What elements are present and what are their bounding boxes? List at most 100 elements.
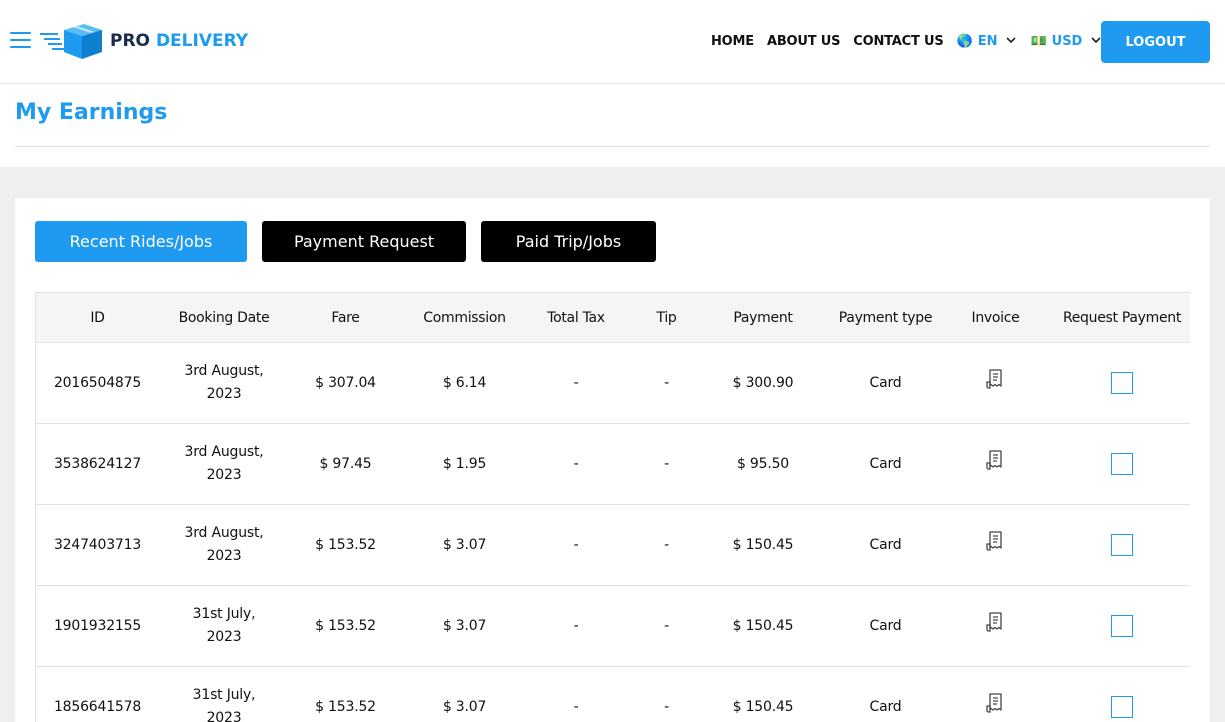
- language-selector[interactable]: 🌎 EN: [957, 34, 1017, 49]
- cell-request-payment: [1038, 342, 1190, 424]
- chevron-down-icon: [1091, 34, 1101, 47]
- cell-commission: $ 3.07: [402, 504, 527, 586]
- cell-commission: $ 1.95: [402, 423, 527, 505]
- earnings-table: ID Booking Date Fare Commission Total Ta…: [36, 292, 1190, 722]
- cell-payment: $ 95.50: [708, 423, 818, 505]
- receipt-icon[interactable]: [985, 611, 1006, 633]
- table-row: 1901932155 31st July, 2023 $ 153.52 $ 3.0…: [36, 585, 1190, 667]
- cell-fare: $ 153.52: [289, 504, 402, 586]
- cell-commission: $ 3.07: [402, 666, 527, 722]
- cell-booking-date: 3rd August, 2023: [159, 342, 289, 424]
- cell-request-payment: [1038, 666, 1190, 722]
- cell-id: 1901932155: [36, 585, 159, 667]
- cell-total-tax: -: [527, 504, 625, 586]
- nav-about-us[interactable]: ABOUT US: [767, 34, 840, 49]
- cell-commission: $ 6.14: [402, 342, 527, 424]
- cell-total-tax: -: [527, 666, 625, 722]
- cell-invoice: [953, 342, 1038, 424]
- cell-payment-type: Card: [818, 585, 953, 667]
- cell-booking-date: 3rd August, 2023: [159, 423, 289, 505]
- top-header: PRO DELIVERY HOME ABOUT US CONTACT US 🌎 …: [0, 0, 1225, 84]
- request-payment-checkbox[interactable]: [1111, 614, 1133, 637]
- cell-invoice: [953, 585, 1038, 667]
- cell-payment: $ 300.90: [708, 342, 818, 424]
- request-payment-checkbox[interactable]: [1111, 695, 1133, 718]
- cell-payment: $ 150.45: [708, 504, 818, 586]
- cell-tip: -: [625, 666, 708, 722]
- logo-text: PRO DELIVERY: [110, 31, 249, 51]
- cell-fare: $ 307.04: [289, 342, 402, 424]
- cell-id: 3538624127: [36, 423, 159, 505]
- cell-request-payment: [1038, 504, 1190, 586]
- column-header[interactable]: ID: [36, 292, 159, 343]
- table-row: 3247403713 3rd August, 2023 $ 153.52 $ 3.…: [36, 504, 1190, 586]
- column-header[interactable]: Tip: [625, 292, 708, 343]
- money-icon: 💵: [1030, 33, 1047, 49]
- request-payment-checkbox[interactable]: [1111, 452, 1133, 475]
- column-header[interactable]: Fare: [289, 292, 402, 343]
- cell-payment: $ 150.45: [708, 585, 818, 667]
- cell-booking-date: 3rd August, 2023: [159, 504, 289, 586]
- nav-contact-us[interactable]: CONTACT US: [853, 34, 943, 49]
- tab-payment-request[interactable]: Payment Request: [262, 221, 466, 262]
- column-header[interactable]: Payment: [708, 292, 818, 343]
- main-nav: HOME ABOUT US CONTACT US 🌎 EN 💵 USD: [711, 31, 1115, 51]
- language-value: EN: [977, 33, 998, 49]
- cell-invoice: [953, 423, 1038, 505]
- cell-booking-date: 31st July, 2023: [159, 585, 289, 667]
- nav-home[interactable]: HOME: [711, 34, 754, 49]
- currency-value: USD: [1051, 33, 1083, 49]
- delivery-box-icon: [40, 24, 102, 59]
- receipt-icon[interactable]: [985, 530, 1006, 552]
- cell-payment-type: Card: [818, 423, 953, 505]
- request-payment-checkbox[interactable]: [1111, 371, 1133, 394]
- earnings-table-container[interactable]: ID Booking Date Fare Commission Total Ta…: [35, 292, 1190, 722]
- column-header[interactable]: Total Tax: [527, 292, 625, 343]
- hamburger-menu-icon[interactable]: [10, 32, 31, 50]
- globe-icon: 🌎: [956, 33, 973, 49]
- cell-id: 2016504875: [36, 342, 159, 424]
- currency-selector[interactable]: 💵 USD: [1030, 34, 1101, 49]
- receipt-icon[interactable]: [985, 692, 1006, 714]
- cell-request-payment: [1038, 585, 1190, 667]
- cell-payment: $ 150.45: [708, 666, 818, 722]
- column-header[interactable]: Payment type: [818, 292, 953, 343]
- page-title-bar: My Earnings: [15, 84, 1210, 147]
- cell-payment-type: Card: [818, 342, 953, 424]
- cell-invoice: [953, 504, 1038, 586]
- column-header[interactable]: Commission: [402, 292, 527, 343]
- cell-invoice: [953, 666, 1038, 722]
- column-header[interactable]: Invoice: [953, 292, 1038, 343]
- cell-tip: -: [625, 585, 708, 667]
- cell-fare: $ 97.45: [289, 423, 402, 505]
- cell-payment-type: Card: [818, 504, 953, 586]
- tab-recent-rides-jobs[interactable]: Recent Rides/Jobs: [35, 221, 247, 262]
- cell-tip: -: [625, 342, 708, 424]
- cell-total-tax: -: [527, 342, 625, 424]
- column-header[interactable]: Booking Date: [159, 292, 289, 343]
- cell-total-tax: -: [527, 585, 625, 667]
- cell-commission: $ 3.07: [402, 585, 527, 667]
- request-payment-checkbox[interactable]: [1111, 533, 1133, 556]
- cell-tip: -: [625, 423, 708, 505]
- receipt-icon[interactable]: [985, 368, 1006, 390]
- cell-fare: $ 153.52: [289, 585, 402, 667]
- page-title: My Earnings: [15, 100, 168, 125]
- cell-id: 3247403713: [36, 504, 159, 586]
- column-header[interactable]: Request Payment: [1038, 292, 1190, 343]
- cell-tip: -: [625, 504, 708, 586]
- chevron-down-icon: [1006, 34, 1017, 47]
- table-row: 2016504875 3rd August, 2023 $ 307.04 $ 6.…: [36, 342, 1190, 424]
- cell-request-payment: [1038, 423, 1190, 505]
- cell-id: 1856641578: [36, 666, 159, 722]
- table-row: 1856641578 31st July, 2023 $ 153.52 $ 3.0…: [36, 666, 1190, 722]
- tab-paid-trip-jobs[interactable]: Paid Trip/Jobs: [481, 221, 656, 262]
- pro-delivery-logo[interactable]: PRO DELIVERY: [40, 21, 248, 61]
- cell-total-tax: -: [527, 423, 625, 505]
- table-header-row: ID Booking Date Fare Commission Total Ta…: [36, 292, 1190, 343]
- logout-button[interactable]: LOGOUT: [1101, 21, 1210, 63]
- cell-fare: $ 153.52: [289, 666, 402, 722]
- cell-payment-type: Card: [818, 666, 953, 722]
- table-row: 3538624127 3rd August, 2023 $ 97.45 $ 1.9…: [36, 423, 1190, 505]
- receipt-icon[interactable]: [985, 449, 1006, 471]
